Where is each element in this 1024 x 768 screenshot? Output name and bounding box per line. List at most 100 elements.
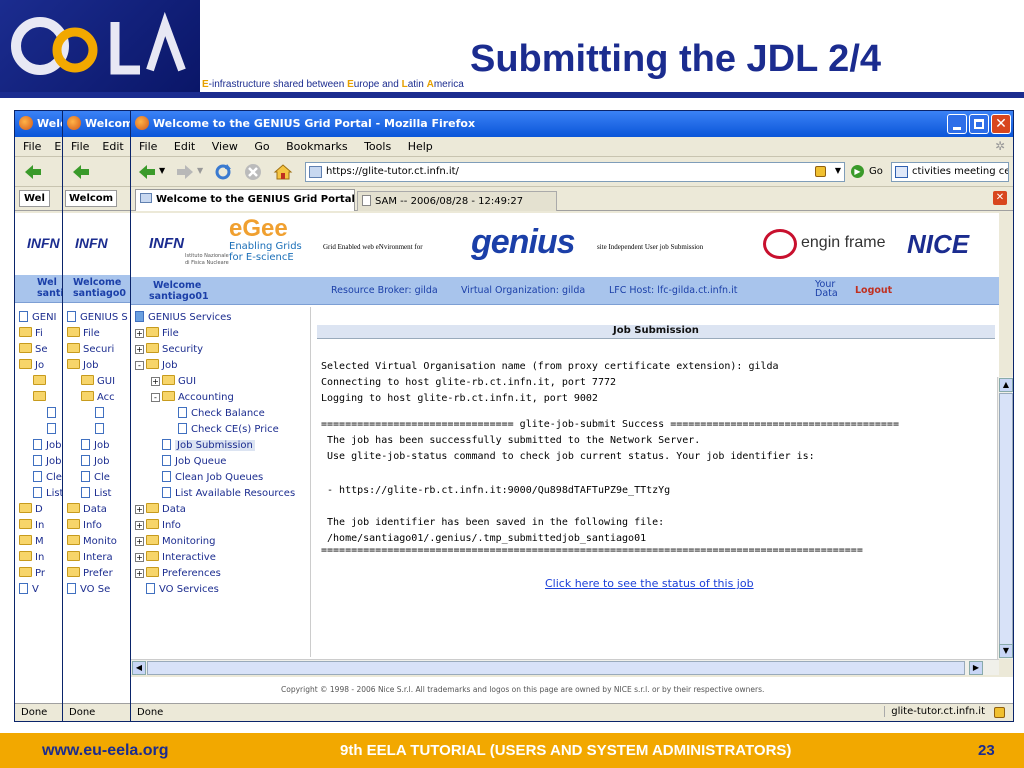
- tree-item[interactable]: VO Se: [67, 583, 110, 595]
- search-engine-icon[interactable]: [895, 166, 908, 178]
- scroll-left-button[interactable]: ◀: [132, 661, 146, 675]
- tree-item[interactable]: Pr: [19, 567, 45, 579]
- tree-item[interactable]: Data: [67, 503, 107, 515]
- tree-item[interactable]: Job: [67, 359, 98, 371]
- tree-item-list-available-resources[interactable]: List Available Resources: [151, 487, 295, 499]
- menu-edit[interactable]: Edit: [174, 140, 195, 153]
- tree-item-monitoring[interactable]: + Monitoring: [135, 535, 215, 547]
- tree-item[interactable]: [95, 423, 108, 435]
- tree-item[interactable]: [33, 375, 49, 387]
- expand-icon[interactable]: -: [151, 393, 160, 402]
- tree-item-genius-services[interactable]: GENIUS Services: [135, 311, 232, 323]
- tree-item[interactable]: GENIUS S: [67, 311, 128, 323]
- stop-icon[interactable]: [243, 163, 263, 181]
- tree-item[interactable]: Cle: [33, 471, 62, 483]
- tree-item[interactable]: GUI: [81, 375, 115, 387]
- tree-item[interactable]: Prefer: [67, 567, 113, 579]
- menu-edit[interactable]: E: [54, 140, 61, 153]
- tree-item[interactable]: File: [67, 327, 100, 339]
- tree-item[interactable]: D: [19, 503, 43, 515]
- main-window-titlebar[interactable]: Welcome to the GENIUS Grid Portal - Mozi…: [131, 111, 1013, 137]
- tree-item-job-submission[interactable]: Job Submission: [151, 439, 255, 451]
- tab-sam[interactable]: SAM -- 2006/08/28 - 12:49:27: [357, 191, 557, 211]
- tree-item[interactable]: Se: [19, 343, 48, 355]
- menu-file[interactable]: File: [71, 140, 89, 153]
- tree-item[interactable]: Acc: [81, 391, 115, 403]
- tree-item[interactable]: Fi: [19, 327, 43, 339]
- back-arrow-icon[interactable]: [137, 163, 157, 181]
- expand-icon[interactable]: +: [151, 377, 160, 386]
- address-dropdown-icon[interactable]: ▼: [835, 166, 841, 175]
- forward-arrow-icon[interactable]: [175, 163, 195, 181]
- minimize-button[interactable]: [947, 114, 967, 134]
- reload-icon[interactable]: [213, 163, 233, 181]
- tree-item-vo-services[interactable]: VO Services: [135, 583, 219, 595]
- expand-icon[interactable]: +: [135, 521, 144, 530]
- menu-help[interactable]: Help: [408, 140, 433, 153]
- tree-item[interactable]: Monito: [67, 535, 117, 547]
- tree-item[interactable]: [47, 423, 60, 435]
- tab-welcome[interactable]: Wel: [19, 190, 50, 207]
- tree-item[interactable]: Jo: [19, 359, 44, 371]
- tree-item[interactable]: Cle: [81, 471, 110, 483]
- tree-item-security[interactable]: + Security: [135, 343, 203, 355]
- scroll-down-button[interactable]: ▼: [999, 644, 1013, 658]
- tree-item-accounting[interactable]: - Accounting: [151, 391, 234, 403]
- tree-item[interactable]: [95, 407, 108, 419]
- expand-icon[interactable]: +: [135, 537, 144, 546]
- back-window-2-titlebar[interactable]: Welcom: [63, 111, 133, 137]
- close-button[interactable]: ✕: [991, 114, 1011, 134]
- expand-icon[interactable]: +: [135, 553, 144, 562]
- maximize-button[interactable]: [969, 114, 989, 134]
- tab-welcome[interactable]: Welcom: [65, 190, 118, 207]
- menu-go[interactable]: Go: [254, 140, 269, 153]
- tree-item[interactable]: List: [33, 487, 63, 499]
- back-arrow-icon[interactable]: [23, 163, 43, 181]
- menu-bookmarks[interactable]: Bookmarks: [286, 140, 347, 153]
- address-bar[interactable]: https://glite-tutor.ct.infn.it/ ▼: [305, 162, 845, 182]
- menu-file[interactable]: File: [23, 140, 41, 153]
- tree-item-info[interactable]: + Info: [135, 519, 181, 531]
- your-data-link[interactable]: Your Data: [815, 280, 845, 299]
- home-icon[interactable]: [273, 163, 293, 181]
- close-tab-button[interactable]: ✕: [993, 191, 1007, 205]
- tree-item-check-ce-s-price[interactable]: Check CE(s) Price: [167, 423, 279, 435]
- forward-dropdown-icon[interactable]: ▼: [197, 166, 203, 175]
- tree-item-gui[interactable]: + GUI: [151, 375, 196, 387]
- tree-item-check-balance[interactable]: Check Balance: [167, 407, 265, 419]
- back-arrow-icon[interactable]: [71, 163, 91, 181]
- job-status-link[interactable]: Click here to see the status of this job: [545, 577, 754, 590]
- tree-item-file[interactable]: + File: [135, 327, 179, 339]
- tree-item-job[interactable]: - Job: [135, 359, 177, 371]
- tree-item[interactable]: GENI: [19, 311, 57, 323]
- tree-item[interactable]: Info: [67, 519, 102, 531]
- tree-item[interactable]: M: [19, 535, 44, 547]
- tree-item[interactable]: List: [81, 487, 111, 499]
- scroll-thumb[interactable]: [999, 393, 1013, 649]
- search-field[interactable]: ctivities meeting cern: [891, 162, 1009, 182]
- tree-item[interactable]: Intera: [67, 551, 113, 563]
- expand-icon[interactable]: -: [135, 361, 144, 370]
- menu-view[interactable]: View: [212, 140, 238, 153]
- expand-icon[interactable]: +: [135, 329, 144, 338]
- horizontal-scrollbar[interactable]: ◀ ▶: [131, 659, 999, 675]
- vertical-scrollbar[interactable]: ▲ ▼: [997, 377, 1013, 659]
- tree-item[interactable]: Job: [33, 455, 61, 467]
- tree-item[interactable]: Job: [81, 439, 109, 451]
- menu-tools[interactable]: Tools: [364, 140, 391, 153]
- go-icon[interactable]: ▶: [851, 165, 864, 178]
- scroll-right-button[interactable]: ▶: [969, 661, 983, 675]
- tree-item-interactive[interactable]: + Interactive: [135, 551, 216, 563]
- logout-link[interactable]: Logout: [855, 285, 892, 296]
- tree-item[interactable]: Job: [81, 455, 109, 467]
- expand-icon[interactable]: +: [135, 345, 144, 354]
- tree-item[interactable]: V: [19, 583, 39, 595]
- scroll-up-button[interactable]: ▲: [999, 378, 1013, 392]
- hscroll-thumb[interactable]: [147, 661, 965, 675]
- menu-file[interactable]: File: [139, 140, 157, 153]
- expand-icon[interactable]: +: [135, 569, 144, 578]
- back-dropdown-icon[interactable]: ▼: [159, 166, 165, 175]
- tree-item-clean-job-queues[interactable]: Clean Job Queues: [151, 471, 263, 483]
- tree-item[interactable]: Job: [33, 439, 61, 451]
- tree-item[interactable]: Securi: [67, 343, 114, 355]
